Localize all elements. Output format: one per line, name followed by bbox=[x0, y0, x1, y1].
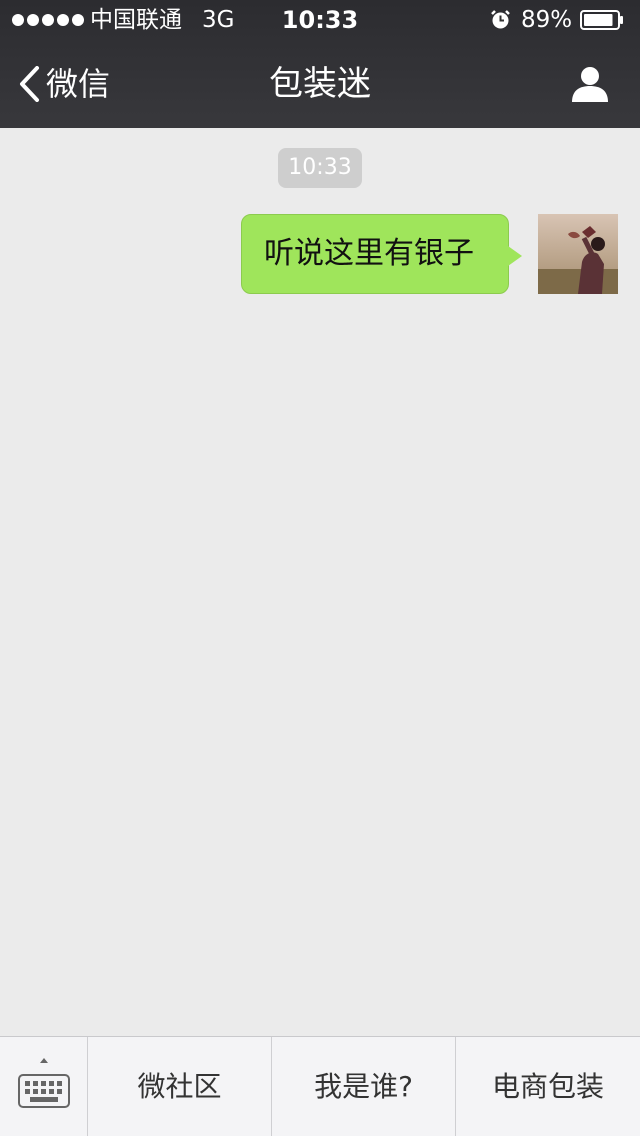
keyboard-toggle-button[interactable] bbox=[0, 1037, 88, 1136]
menu-item-ecommerce-packaging[interactable]: 电商包装 bbox=[456, 1037, 640, 1136]
message-timestamp: 10:33 bbox=[278, 148, 362, 188]
menu-item-who-am-i[interactable]: 我是谁? bbox=[272, 1037, 456, 1136]
person-icon[interactable] bbox=[570, 64, 610, 104]
avatar[interactable] bbox=[538, 214, 618, 294]
chat-area[interactable]: 10:33 听说这里有银子 bbox=[0, 128, 640, 1036]
header: 中国联通 3G 10:33 89% 微信 包装迷 bbox=[0, 0, 640, 128]
bubble-tail bbox=[508, 246, 522, 266]
message-bubble[interactable]: 听说这里有银子 bbox=[241, 214, 509, 294]
page-title: 包装迷 bbox=[269, 64, 371, 104]
keyboard-icon bbox=[18, 1058, 70, 1108]
status-bar: 中国联通 3G 10:33 89% bbox=[0, 0, 640, 40]
alarm-clock-icon bbox=[491, 10, 510, 29]
battery-icon bbox=[580, 10, 623, 30]
menu-item-community[interactable]: 微社区 bbox=[88, 1037, 272, 1136]
bottom-menu-bar: 微社区 我是谁? 电商包装 bbox=[0, 1036, 640, 1136]
battery-percent: 89% bbox=[521, 7, 573, 33]
navigation-bar: 微信 包装迷 bbox=[0, 40, 640, 128]
